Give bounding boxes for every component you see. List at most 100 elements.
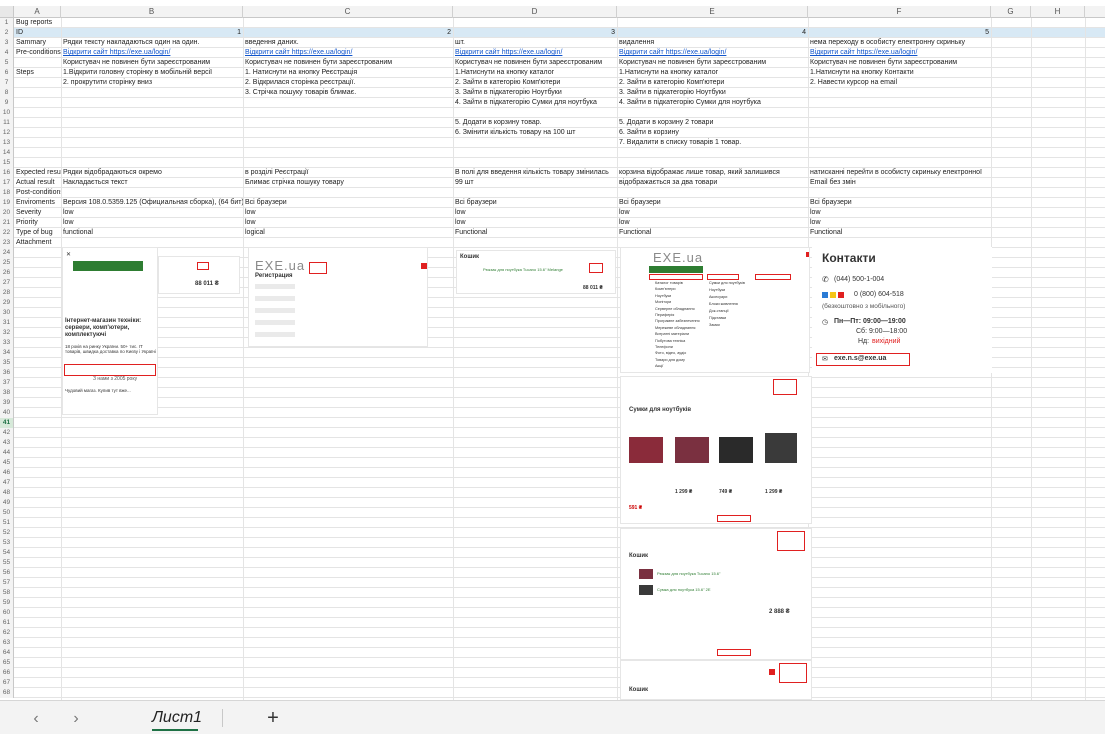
attachment-catalog-screenshot[interactable]: EXE.ua Каталог товарів Комп'ютери Ноутбуки… — [620, 247, 810, 373]
row-number[interactable]: 23 — [0, 238, 14, 248]
attachment-cart-two-items-screenshot[interactable]: Кошик Рюкзак для ноутбука Tucano 15.6" С… — [620, 528, 812, 660]
cell[interactable] — [453, 148, 617, 158]
row-number[interactable]: 34 — [0, 348, 14, 358]
cell[interactable]: low — [808, 218, 991, 228]
cell[interactable]: Actual result — [14, 178, 61, 188]
cell[interactable]: Severity — [14, 208, 61, 218]
cell[interactable]: Відкрити сайт https://exe.ua/login/ — [243, 48, 453, 58]
cell[interactable] — [453, 108, 617, 118]
column-header[interactable]: D — [453, 6, 617, 18]
cell[interactable]: Sammary — [14, 38, 61, 48]
row-number[interactable]: 29 — [0, 298, 14, 308]
cell[interactable] — [243, 98, 453, 108]
row-number[interactable]: 55 — [0, 558, 14, 568]
cell[interactable] — [453, 238, 617, 248]
cell[interactable]: в розділі Реєстрації — [243, 168, 453, 178]
cell[interactable]: Steps — [14, 68, 61, 78]
row-number[interactable]: 45 — [0, 458, 14, 468]
cell[interactable] — [14, 58, 61, 68]
row-number[interactable]: 3 — [0, 38, 14, 48]
prev-sheet-button[interactable]: ‹ — [26, 709, 46, 729]
row-number[interactable]: 38 — [0, 388, 14, 398]
cell[interactable]: Всі браузери — [243, 198, 453, 208]
row-number[interactable]: 54 — [0, 548, 14, 558]
attachment-search-strip[interactable]: 88 011 ₴ — [158, 256, 240, 294]
cell[interactable]: low — [808, 208, 991, 218]
row-number[interactable]: 46 — [0, 468, 14, 478]
row-number[interactable]: 63 — [0, 638, 14, 648]
row-number[interactable]: 15 — [0, 158, 14, 168]
cell[interactable]: Користувач не повинен бути зареєстровани… — [617, 58, 808, 68]
row-number[interactable]: 20 — [0, 208, 14, 218]
cell[interactable] — [243, 188, 453, 198]
cell[interactable]: low — [61, 208, 243, 218]
cell[interactable]: нема переходу в особисту електронну скри… — [808, 38, 991, 48]
cell[interactable] — [453, 138, 617, 148]
cell[interactable]: Functional — [453, 228, 617, 238]
attachment-register-screenshot[interactable]: EXE.ua Регистрация — [248, 247, 428, 347]
row-number[interactable]: 1 — [0, 18, 14, 28]
cell[interactable]: Версия 108.0.5359.125 (Официальная сборк… — [61, 198, 243, 208]
cell[interactable]: low — [453, 218, 617, 228]
cell[interactable] — [808, 158, 991, 168]
cell[interactable]: 5 — [808, 28, 991, 38]
cell[interactable] — [61, 118, 243, 128]
row-number[interactable]: 4 — [0, 48, 14, 58]
cell[interactable]: Expected result — [14, 168, 61, 178]
cell[interactable] — [617, 18, 808, 28]
cell[interactable]: Блимає стрічка пошуку товару — [243, 178, 453, 188]
attachment-contacts-screenshot[interactable]: Контакти ✆ (044) 500-1-004 0 (800) 604-5… — [812, 247, 992, 373]
cell[interactable] — [243, 18, 453, 28]
cell[interactable] — [61, 188, 243, 198]
cell[interactable]: low — [243, 218, 453, 228]
cell[interactable] — [61, 98, 243, 108]
column-header[interactable]: F — [808, 6, 991, 18]
cell[interactable]: low — [243, 208, 453, 218]
add-sheet-button[interactable]: + — [262, 707, 284, 729]
cell[interactable] — [14, 138, 61, 148]
row-number[interactable]: 40 — [0, 408, 14, 418]
row-number[interactable]: 68 — [0, 688, 14, 698]
cell[interactable]: Type of bug — [14, 228, 61, 238]
row-number[interactable]: 42 — [0, 428, 14, 438]
cell[interactable]: Pre-conditions — [14, 48, 61, 58]
cell[interactable] — [808, 88, 991, 98]
row-number[interactable]: 22 — [0, 228, 14, 238]
row-number[interactable]: 67 — [0, 678, 14, 688]
cell[interactable] — [617, 148, 808, 158]
row-number[interactable]: 11 — [0, 118, 14, 128]
cell[interactable] — [61, 128, 243, 138]
attachment-cart-quantity-screenshot[interactable]: Кошик Рюкзак для ноутбука Tucano 15.6" M… — [456, 250, 616, 294]
cell[interactable]: 3 — [453, 28, 617, 38]
row-number[interactable]: 7 — [0, 78, 14, 88]
cell[interactable]: Email без змін — [808, 178, 991, 188]
row-number[interactable]: 37 — [0, 378, 14, 388]
cell[interactable] — [617, 188, 808, 198]
cell[interactable] — [14, 118, 61, 128]
cell[interactable]: 2. Зайти в категорію Комп'ютери — [617, 78, 808, 88]
column-header[interactable]: A — [14, 6, 61, 18]
cell[interactable]: Всі браузери — [617, 198, 808, 208]
column-header[interactable]: E — [617, 6, 808, 18]
row-number[interactable]: 27 — [0, 278, 14, 288]
cell[interactable] — [243, 108, 453, 118]
cell[interactable] — [243, 158, 453, 168]
cell[interactable]: Всі браузери — [808, 198, 991, 208]
column-header[interactable]: G — [991, 6, 1031, 18]
cell[interactable]: Відкрити сайт https://exe.ua/login/ — [808, 48, 991, 58]
cell[interactable]: Накладається текст — [61, 178, 243, 188]
cell[interactable]: ID — [14, 28, 61, 38]
cell[interactable]: 2 — [243, 28, 453, 38]
cell[interactable]: 1. Натиснути на кнопку Реєстрація — [243, 68, 453, 78]
cell[interactable]: шт. — [453, 38, 617, 48]
row-number[interactable]: 52 — [0, 528, 14, 538]
cell[interactable]: Відкрити сайт https://exe.ua/login/ — [617, 48, 808, 58]
row-number[interactable]: 61 — [0, 618, 14, 628]
cell[interactable]: 6. Зайти в корзину — [617, 128, 808, 138]
row-number[interactable]: 43 — [0, 438, 14, 448]
row-number[interactable]: 28 — [0, 288, 14, 298]
row-number[interactable]: 6 — [0, 68, 14, 78]
cell[interactable]: видалення — [617, 38, 808, 48]
cell[interactable]: відображається за два товари — [617, 178, 808, 188]
cell[interactable]: functional — [61, 228, 243, 238]
